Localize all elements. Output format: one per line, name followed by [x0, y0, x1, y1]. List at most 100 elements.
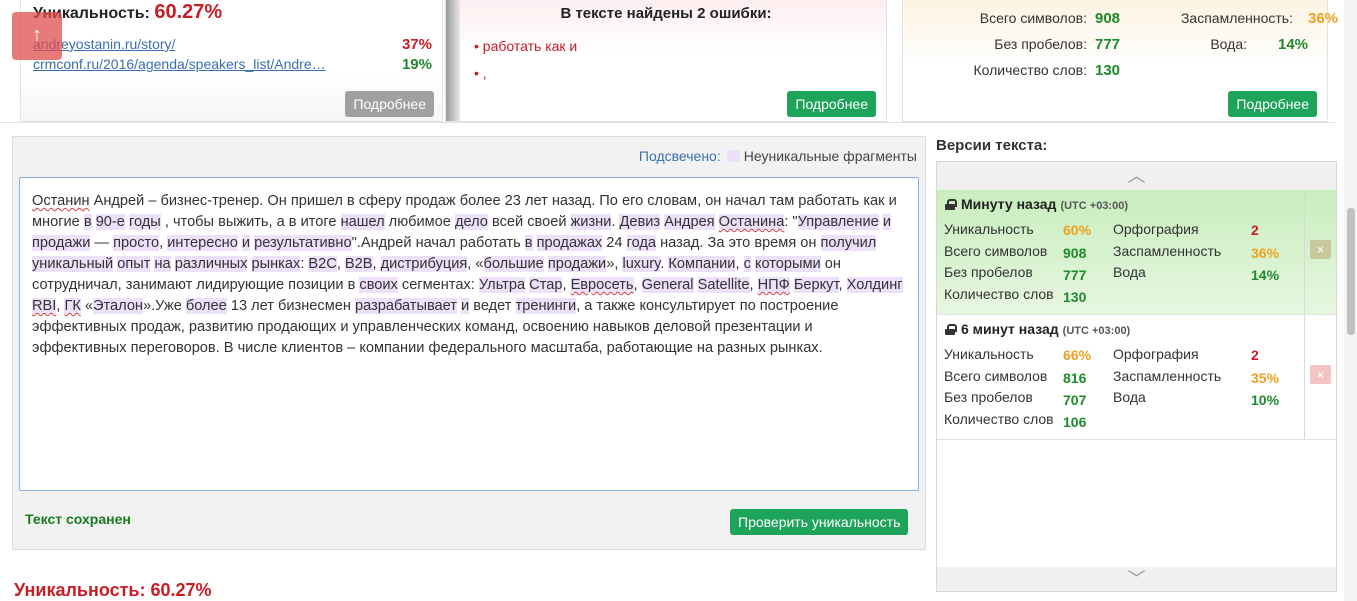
chevron-up-icon[interactable]: ︿: [937, 162, 1336, 190]
highlighted-fragment: Satellite: [697, 277, 750, 293]
highlighted-fragment: Эталон: [93, 298, 143, 314]
version-spell-value: 2: [1251, 222, 1259, 238]
highlighted-fragment: которыми: [754, 256, 821, 272]
delete-version-button[interactable]: ×: [1310, 240, 1331, 259]
highlighted-fragment: различных: [174, 256, 248, 272]
highlighted-fragment: Ультра: [478, 277, 526, 293]
source-percent: 19%: [401, 56, 432, 73]
highlighted-fragment: с: [743, 256, 751, 272]
version-chars-label: Всего символов: [944, 243, 1048, 259]
highlighted-fragment: в: [524, 235, 533, 251]
highlighted-fragment: результативно: [254, 235, 352, 251]
highlighted-fragment: НПФ: [757, 277, 790, 293]
delete-version-button[interactable]: ×: [1310, 365, 1331, 384]
highlighted-fragment: Управление: [797, 214, 879, 230]
version-spell-label: Орфография: [1113, 346, 1199, 362]
highlighted-fragment: Девиз: [619, 214, 661, 230]
highlighted-fragment: Евросеть: [570, 277, 634, 293]
stats-card: Всего символов: 908 Без пробелов: 777 Ко…: [902, 0, 1338, 122]
version-chars-value: 908: [1063, 245, 1087, 261]
errors-title: В тексте найдены 2 ошибки:: [560, 5, 772, 22]
version-uniq-label: Уникальность: [944, 221, 1034, 237]
highlighted-fragment: и: [241, 235, 251, 251]
editor-panel: Подсвечено: Неуникальные фрагменты Остани…: [12, 136, 926, 550]
highlighted-fragment: опыт: [117, 256, 151, 272]
chevron-down-icon[interactable]: ﹀: [937, 567, 1336, 591]
version-nospace-label: Без пробелов: [944, 264, 1033, 280]
highlighted-fragment: дело: [454, 214, 488, 230]
version-uniq-label: Уникальность: [944, 346, 1034, 362]
lock-icon: [945, 324, 957, 335]
versions-panel: ︿ Минуту назад (UTC +03:00) Уникальность …: [936, 161, 1337, 592]
check-uniqueness-button[interactable]: Проверить уникальность: [730, 509, 909, 535]
water-value: 14%: [1278, 36, 1309, 53]
version-nospace-label: Без пробелов: [944, 389, 1033, 405]
total-chars-label: Всего символов:: [979, 10, 1087, 26]
highlighted-fragment: Андрея: [664, 214, 715, 230]
version-item[interactable]: 6 минут назад (UTC +03:00) Уникальность 6…: [937, 315, 1336, 440]
no-spaces-value: 777: [1095, 36, 1121, 53]
words-label: Количество слов:: [973, 62, 1087, 78]
version-words-label: Количество слов: [944, 411, 1054, 427]
highlighted-fragment: нашел: [340, 214, 385, 230]
version-nospace-value: 777: [1063, 267, 1087, 283]
version-time-text: Минуту назад: [961, 196, 1057, 212]
spam-label: Заспамленность:: [1180, 10, 1293, 26]
version-water-value: 10%: [1251, 392, 1280, 408]
spam-value: 36%: [1308, 10, 1339, 27]
highlighted-fragment: B2B: [344, 256, 373, 272]
version-time: Минуту назад (UTC +03:00): [945, 196, 1128, 212]
uniqueness-value: 60.27%: [154, 1, 223, 23]
highlighted-fragment: получил: [820, 235, 877, 251]
error-item[interactable]: • ,: [474, 65, 487, 81]
versions-title: Версии текста:: [936, 137, 1048, 154]
divider: [0, 122, 1335, 123]
uniqueness-card: Уникальность: 60.27% andreyostanin.ru/st…: [20, 0, 443, 122]
version-chars-label: Всего символов: [944, 368, 1048, 384]
error-item-text: работать как и: [482, 38, 578, 54]
save-status: Текст сохранен: [25, 511, 131, 527]
highlighted-fragment: жизни: [570, 214, 612, 230]
highlighted-fragment: ГК: [64, 298, 81, 314]
version-water-label: Вода: [1113, 389, 1146, 405]
highlighted-fragment: продажах: [536, 235, 603, 251]
total-chars-value: 908: [1095, 10, 1121, 27]
version-spell-value: 2: [1251, 347, 1259, 363]
highlighted-fragment: luxury: [622, 256, 661, 272]
highlighted-fragment: продажи: [32, 235, 91, 251]
version-spam-value: 36%: [1251, 245, 1280, 261]
highlighted-fragment: дистрибуция: [380, 256, 468, 272]
divider: [1304, 190, 1305, 314]
version-uniq-value: 60%: [1063, 222, 1092, 238]
legend-desc: Неуникальные фрагменты: [743, 148, 917, 164]
version-spam-value: 35%: [1251, 370, 1280, 386]
version-item[interactable]: Минуту назад (UTC +03:00) Уникальность 60…: [937, 190, 1336, 315]
highlighted-fragment: Беркут: [793, 277, 839, 293]
highlight-legend: Подсвечено: Неуникальные фрагменты: [639, 148, 917, 164]
version-nospace-value: 707: [1063, 392, 1087, 408]
more-button[interactable]: Подробнее: [787, 91, 876, 117]
version-spam-label: Заспамленность: [1113, 243, 1222, 259]
version-timezone: (UTC +03:00): [1060, 200, 1128, 212]
highlighted-fragment: и: [882, 214, 891, 230]
highlighted-fragment: тренинги: [515, 298, 577, 314]
source-link[interactable]: crmconf.ru/2016/agenda/speakers_list/And…: [33, 56, 326, 72]
text-editor[interactable]: Останин Андрей – бизнес-тренер. Он прише…: [19, 177, 919, 491]
highlighted-fragment: рынках: [251, 256, 301, 272]
uniqueness-summary: Уникальность: 60.27%: [14, 580, 212, 600]
highlighted-fragment: RBI: [32, 298, 57, 314]
highlighted-fragment: Компании: [668, 256, 736, 272]
highlighted-fragment: Останина: [718, 214, 785, 230]
arrow-up-icon[interactable]: ↑: [12, 12, 62, 60]
page-scrollbar-thumb[interactable]: [1347, 208, 1355, 335]
highlighted-fragment: 90-е: [95, 214, 125, 230]
errors-card: В тексте найдены 2 ошибки: • работать ка…: [445, 0, 887, 122]
error-item[interactable]: • работать как и: [474, 38, 577, 54]
version-water-label: Вода: [1113, 264, 1146, 280]
version-spell-label: Орфография: [1113, 221, 1199, 237]
highlighted-fragment: интересно: [167, 235, 238, 251]
more-button[interactable]: Подробнее: [1228, 91, 1317, 117]
more-button[interactable]: Подробнее: [345, 91, 434, 117]
highlighted-fragment: продажи: [547, 256, 607, 272]
legend-swatch: [726, 150, 740, 162]
